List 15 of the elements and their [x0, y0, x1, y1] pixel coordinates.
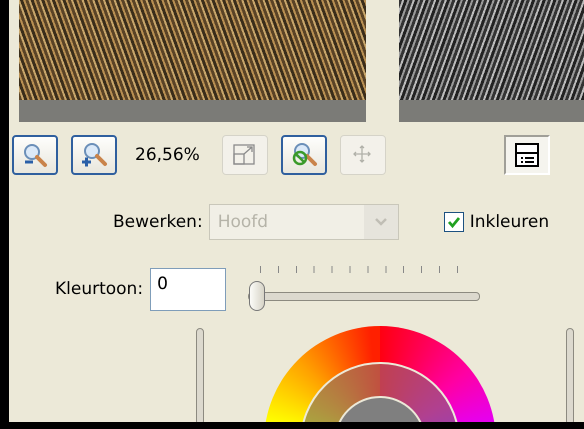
hue-slider-thumb[interactable] — [249, 281, 266, 311]
colorize-checkbox[interactable] — [444, 212, 464, 232]
no-zoom-button[interactable] — [280, 135, 327, 175]
magnifier-plus-icon — [80, 141, 108, 169]
check-icon — [446, 215, 461, 229]
edit-label: Bewerken: — [113, 212, 203, 232]
zoom-out-button[interactable] — [12, 135, 58, 175]
zoom-in-button[interactable] — [71, 135, 117, 175]
hue-input[interactable]: 0 — [150, 268, 226, 310]
layout-panel-icon — [512, 141, 541, 169]
magnifier-minus-icon — [21, 141, 49, 169]
layout-button[interactable] — [504, 135, 550, 175]
zoom-percentage: 26,56% — [135, 145, 200, 165]
colorize-label: Inkleuren — [470, 212, 550, 232]
hue-label: Kleurtoon: — [55, 279, 144, 299]
